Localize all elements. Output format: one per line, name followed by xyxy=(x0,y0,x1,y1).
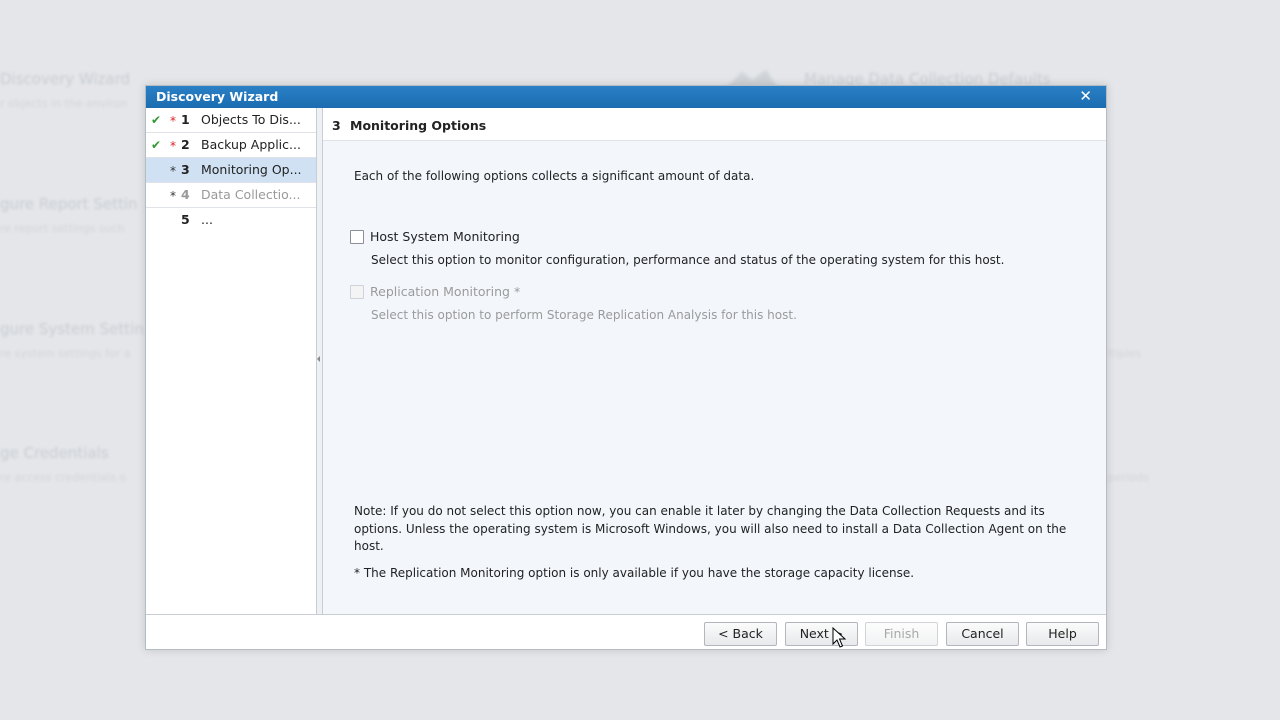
mouse-pointer-icon xyxy=(832,627,846,648)
step-number: 4 xyxy=(181,187,190,202)
bg-item-title: ge Credentials xyxy=(0,444,109,462)
check-icon: ✔ xyxy=(151,113,162,127)
bg-right-sub: ltiples xyxy=(1108,347,1141,360)
host-system-monitoring-description: Select this option to monitor configurat… xyxy=(371,253,1005,267)
back-button[interactable]: < Back xyxy=(704,622,777,646)
required-marker: * xyxy=(170,189,176,203)
step-number: 1 xyxy=(181,112,190,127)
step-number: 2 xyxy=(181,137,190,152)
check-icon: ✔ xyxy=(151,138,162,152)
content-title: Monitoring Options xyxy=(350,118,487,133)
bg-item-sub: re report settings such xyxy=(0,222,125,235)
collapse-arrow-icon[interactable] xyxy=(317,356,320,362)
step-label: ... xyxy=(201,212,213,227)
step-data-collection: * 4 Data Collectio... xyxy=(146,183,316,208)
bg-right-sub: periods xyxy=(1108,471,1149,484)
intro-text: Each of the following options collects a… xyxy=(354,169,755,183)
bg-item-title: gure Report Settin xyxy=(0,195,138,213)
cancel-button[interactable]: Cancel xyxy=(946,622,1019,646)
step-label: Monitoring Op... xyxy=(201,162,302,177)
step-monitoring-options[interactable]: * 3 Monitoring Op... xyxy=(146,158,316,183)
bg-item-title: gure System Settin xyxy=(0,320,144,338)
replication-monitoring-checkbox xyxy=(350,285,364,299)
replication-monitoring-description: Select this option to perform Storage Re… xyxy=(371,308,797,322)
bg-item-sub: re system settings for a xyxy=(0,347,131,360)
step-backup-applications[interactable]: ✔ * 2 Backup Applic... xyxy=(146,133,316,158)
note-text: Note: If you do not select this option n… xyxy=(354,504,1067,553)
wizard-steps-sidebar: ✔ * 1 Objects To Dis... ✔ * 2 Backup App… xyxy=(146,108,317,614)
step-objects-to-discover[interactable]: ✔ * 1 Objects To Dis... xyxy=(146,108,316,133)
license-footnote: * The Replication Monitoring option is o… xyxy=(354,566,915,580)
replication-monitoring-label: Replication Monitoring * xyxy=(370,284,521,299)
dialog-button-bar: < Back Next > Finish Cancel Help xyxy=(146,614,1106,649)
step-more: 5 ... xyxy=(146,208,316,233)
step-label: Objects To Dis... xyxy=(201,112,301,127)
required-marker: * xyxy=(170,164,176,178)
finish-button: Finish xyxy=(865,622,938,646)
next-button[interactable]: Next > xyxy=(785,622,858,646)
content-step-number: 3 xyxy=(332,118,341,133)
dialog-titlebar: Discovery Wizard ✕ xyxy=(146,86,1106,108)
host-system-monitoring-label[interactable]: Host System Monitoring xyxy=(370,229,520,244)
discovery-wizard-dialog: Discovery Wizard ✕ ✔ * 1 Objects To Dis.… xyxy=(145,85,1107,650)
bg-item-sub: r objects in the environ xyxy=(0,97,128,110)
step-number: 3 xyxy=(181,162,190,177)
required-marker: * xyxy=(170,139,176,153)
close-icon[interactable]: ✕ xyxy=(1079,87,1092,105)
bg-item-title: Discovery Wizard xyxy=(0,70,131,88)
step-label: Data Collectio... xyxy=(201,187,301,202)
required-marker: * xyxy=(170,114,176,128)
content-header: 3 Monitoring Options xyxy=(323,108,1106,141)
host-system-monitoring-checkbox[interactable] xyxy=(350,230,364,244)
bg-item-sub: re access credentials o xyxy=(0,471,127,484)
dialog-title: Discovery Wizard xyxy=(156,89,279,104)
step-label: Backup Applic... xyxy=(201,137,301,152)
step-number: 5 xyxy=(181,212,190,227)
help-button[interactable]: Help xyxy=(1026,622,1099,646)
wizard-content-panel: 3 Monitoring Options Each of the followi… xyxy=(323,108,1106,614)
